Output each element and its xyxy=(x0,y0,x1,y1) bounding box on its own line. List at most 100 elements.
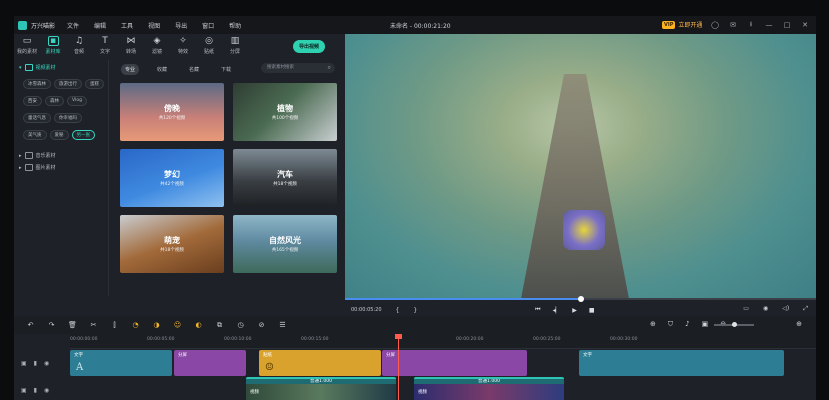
chip[interactable]: Vlog xyxy=(67,96,87,106)
minimize-icon[interactable]: — xyxy=(764,20,774,30)
vip-promo[interactable]: VIP 立即开通 xyxy=(662,20,702,29)
redo-icon[interactable]: ↷ xyxy=(47,321,56,329)
mic-icon[interactable]: ♪ xyxy=(685,320,689,329)
menu-window[interactable]: 窗口 xyxy=(202,21,214,30)
undo-icon[interactable]: ↶ xyxy=(26,321,35,329)
folder-icon xyxy=(24,64,33,71)
mark-in-button[interactable]: { xyxy=(396,307,400,314)
tool-my-media[interactable]: ▭ 我的素材 xyxy=(14,34,40,55)
search-input[interactable]: 搜索素材搜索 ⌕ xyxy=(261,63,335,73)
freeze-icon[interactable]: ◐ xyxy=(194,321,203,329)
tool-split-screen[interactable]: ▥ 分屏 xyxy=(222,34,248,55)
fullscreen-icon[interactable]: ⤢ xyxy=(803,305,808,313)
adjust-icon[interactable]: ☰ xyxy=(278,321,287,329)
zoom-handle[interactable] xyxy=(732,322,737,327)
zoom-in-icon[interactable]: ⊕ xyxy=(796,320,802,329)
tool-filter[interactable]: ◈ 滤镜 xyxy=(144,34,170,55)
play-icon[interactable]: ▶ xyxy=(572,307,577,314)
menu-file[interactable]: 文件 xyxy=(67,21,79,30)
chip[interactable]: 你幸福吗 xyxy=(54,113,82,123)
video-clip[interactable]: 普通1.000 视频 xyxy=(246,377,396,400)
stop-icon[interactable]: ■ xyxy=(589,307,595,314)
playhead-handle[interactable] xyxy=(395,334,402,339)
close-icon[interactable]: ✕ xyxy=(800,20,810,30)
video-clip[interactable]: 普通1.000 视频 xyxy=(414,377,564,400)
speed-icon[interactable]: ◔ xyxy=(131,321,140,329)
crop-icon[interactable]: ⧉ xyxy=(215,321,224,330)
voiceover-icon[interactable]: ▣ xyxy=(702,320,709,329)
tool-audio[interactable]: ♫ 音频 xyxy=(66,34,92,55)
lock-icon[interactable]: ▮ xyxy=(34,360,37,367)
mark-out-button[interactable]: } xyxy=(413,307,417,314)
chip-selected[interactable]: 另一张 xyxy=(71,130,95,140)
split-icon[interactable]: ⫿ xyxy=(110,321,119,330)
chip[interactable]: 冰雪森林 xyxy=(23,79,51,89)
category-card[interactable]: 萌宠 共18个视频 xyxy=(120,215,224,273)
timeline-playhead[interactable] xyxy=(395,334,402,400)
split-clip[interactable]: 分屏 xyxy=(382,350,527,376)
card-title: 汽车 xyxy=(277,170,293,179)
tool-effects[interactable]: ✧ 特效 xyxy=(170,34,196,55)
track-icon[interactable]: ▣ xyxy=(21,387,27,394)
volume-icon[interactable]: ◁) xyxy=(782,305,789,313)
menu-view[interactable]: 视图 xyxy=(148,21,160,30)
tab-collections[interactable]: 名藏 xyxy=(185,64,203,75)
category-card[interactable]: 梦幻 共42个视频 xyxy=(120,149,224,207)
chip[interactable]: 森林 xyxy=(45,96,64,106)
shield-icon[interactable]: ⛉ xyxy=(668,320,673,329)
monitor-icon[interactable]: ▭ xyxy=(743,305,749,313)
account-icon[interactable]: ◯ xyxy=(710,20,720,30)
sticker-clip[interactable]: 贴纸 ☺ xyxy=(259,350,381,376)
chip[interactable]: 旅游出行 xyxy=(54,79,82,89)
tool-text[interactable]: T 文字 xyxy=(92,34,118,55)
tab-downloads[interactable]: 下载 xyxy=(217,64,235,75)
track-icon[interactable]: ▣ xyxy=(21,360,27,367)
timer-icon[interactable]: ◷ xyxy=(236,321,245,329)
visibility-icon[interactable]: ◉ xyxy=(44,387,49,394)
chip[interactable]: 童话气息 xyxy=(23,113,51,123)
tool-transition[interactable]: ⋈ 转场 xyxy=(118,34,144,55)
maximize-icon[interactable]: □ xyxy=(782,20,792,30)
color-icon[interactable]: ⊘ xyxy=(257,321,266,329)
chip[interactable]: 西安 xyxy=(23,96,42,106)
download-icon[interactable]: ⭳ xyxy=(746,20,756,30)
cut-icon[interactable]: ✂ xyxy=(89,321,98,329)
text-clip[interactable]: 文字 xyxy=(579,350,784,376)
beauty-icon[interactable]: ☺ xyxy=(173,321,182,329)
snapshot-icon[interactable]: ◉ xyxy=(763,305,768,313)
tab-pro[interactable]: 专业 xyxy=(121,64,140,75)
tree-root-video[interactable]: ▾ 视频素材 xyxy=(14,60,108,71)
text-clip[interactable]: 文字 A xyxy=(70,350,172,376)
chip[interactable]: 爱秘 xyxy=(49,130,69,140)
delete-icon[interactable]: 🗑 xyxy=(68,321,77,329)
category-card[interactable]: 植物 共100个视频 xyxy=(233,83,337,141)
lock-icon[interactable]: ▮ xyxy=(34,387,37,394)
menu-export[interactable]: 导出 xyxy=(175,21,187,30)
tree-item-images[interactable]: ▸ 图片素材 xyxy=(14,159,108,171)
folder-icon: ▭ xyxy=(22,36,32,46)
chip[interactable]: 美气质 xyxy=(23,130,47,140)
step-back-icon[interactable]: ◂▏ xyxy=(553,307,561,314)
category-card[interactable]: 傍晚 共120个视频 xyxy=(120,83,224,141)
mask-icon[interactable]: ◑ xyxy=(152,321,161,329)
mail-icon[interactable]: ✉ xyxy=(728,20,738,30)
category-card[interactable]: 汽车 共18个视频 xyxy=(233,149,337,207)
tab-favorites[interactable]: 收藏 xyxy=(153,64,171,75)
search-icon[interactable]: ⌕ xyxy=(328,63,331,73)
menu-edit[interactable]: 编辑 xyxy=(94,21,106,30)
menu-help[interactable]: 帮助 xyxy=(229,21,241,30)
split-clip[interactable]: 分屏 xyxy=(174,350,246,376)
prev-frame-icon[interactable]: ⏮ xyxy=(535,306,540,314)
visibility-icon[interactable]: ◉ xyxy=(44,360,49,367)
export-video-button[interactable]: 导出视频 xyxy=(293,40,326,53)
category-card[interactable]: 自然风光 共165个视频 xyxy=(233,215,337,273)
tool-media-library[interactable]: ▪ 素材库 xyxy=(40,34,66,55)
preview-scrubber[interactable] xyxy=(345,296,816,302)
tool-stickers[interactable]: ◎ 贴纸 xyxy=(196,34,222,55)
chip[interactable]: 蛋糕 xyxy=(85,79,104,89)
menu-tools[interactable]: 工具 xyxy=(121,21,133,30)
zoom-slider[interactable] xyxy=(714,322,754,327)
timeline-ruler[interactable]: 00:00:00:00 00:00:05:00 00:00:10:00 00:0… xyxy=(70,334,816,349)
add-marker-icon[interactable]: ⊕ xyxy=(650,320,656,329)
tree-item-music[interactable]: ▸ 音乐素材 xyxy=(14,147,108,159)
